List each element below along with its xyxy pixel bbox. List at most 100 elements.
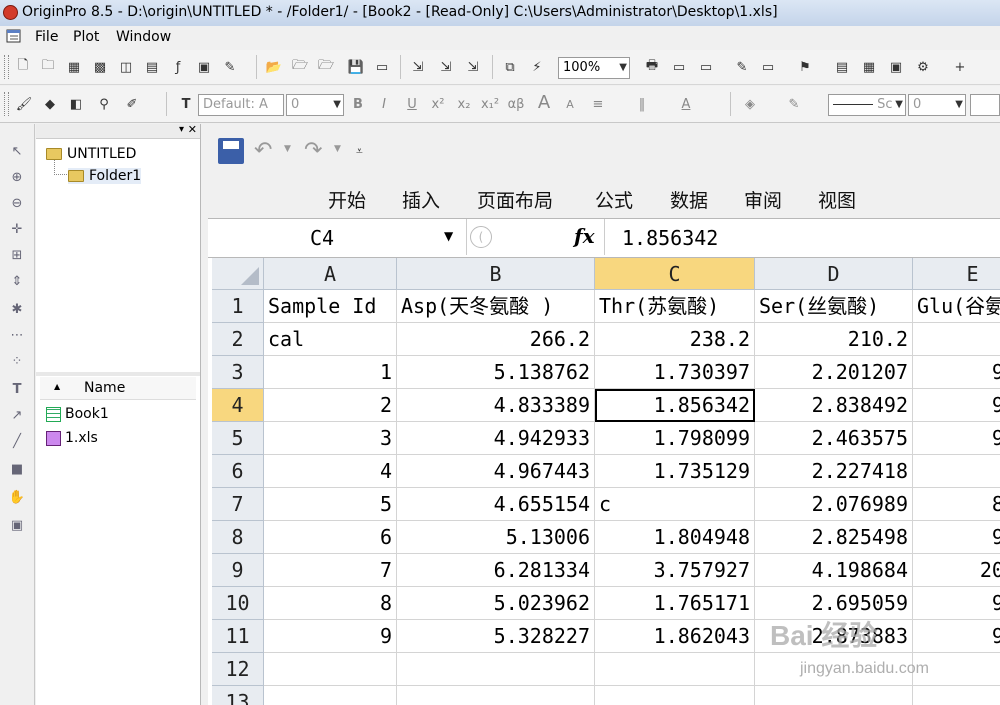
table-cell[interactable]: 4.198684 <box>755 554 913 587</box>
decrease-font-button[interactable]: A <box>560 94 580 114</box>
table-cell[interactable]: 4.655154 <box>397 488 595 521</box>
data-selector-icon[interactable]: ⇕ <box>8 272 26 290</box>
greek-button[interactable]: αβ <box>506 94 526 114</box>
table-cell[interactable]: 238.2 <box>595 323 755 356</box>
table-cell[interactable] <box>264 653 397 686</box>
table-cell[interactable]: 4.942933 <box>397 422 595 455</box>
new-worksheet-icon[interactable]: ▦ <box>64 57 84 77</box>
color-combo[interactable] <box>970 94 1000 116</box>
list-item[interactable]: 1.xls <box>46 430 98 446</box>
table-cell[interactable] <box>595 653 755 686</box>
table-cell[interactable] <box>913 686 1000 705</box>
table-cell[interactable]: 5.328227 <box>397 620 595 653</box>
print-icon[interactable]: 🖶 <box>642 57 662 77</box>
save-icon[interactable]: 💾 <box>346 57 366 77</box>
font-size-combo[interactable]: 0 ▼ <box>286 94 344 116</box>
toolbar-grip[interactable] <box>4 92 9 116</box>
table-cell[interactable]: 5.023962 <box>397 587 595 620</box>
export-page-icon[interactable]: ▭ <box>696 57 716 77</box>
table-cell[interactable]: 9.4 <box>913 422 1000 455</box>
recalculate-icon[interactable]: ⚡ <box>527 57 547 77</box>
table-cell[interactable]: 9. <box>913 455 1000 488</box>
table-cell[interactable] <box>913 323 1000 356</box>
font-color-icon[interactable]: A <box>676 94 696 114</box>
new-notes-icon[interactable]: ✎ <box>220 57 240 77</box>
row-header[interactable]: 6 <box>212 455 264 488</box>
column-header[interactable]: C <box>595 258 755 290</box>
import-multiple-ascii-icon[interactable]: ⇲ <box>436 57 456 77</box>
tab-home[interactable]: 开始 <box>328 186 366 213</box>
underline-button[interactable]: U <box>402 94 422 114</box>
hand-tool-icon[interactable]: ✋ <box>8 488 26 506</box>
table-cell[interactable]: Glu(谷氨 <box>913 290 1000 323</box>
copy-page-icon[interactable]: ▭ <box>669 57 689 77</box>
table-cell[interactable]: 266.2 <box>397 323 595 356</box>
list-item[interactable]: Book1 <box>46 406 109 422</box>
tab-view[interactable]: 视图 <box>818 186 856 213</box>
menu-plot[interactable]: Plot <box>73 29 99 45</box>
table-cell[interactable]: 1.735129 <box>595 455 755 488</box>
table-cell[interactable]: 1 <box>264 356 397 389</box>
italic-button[interactable]: I <box>374 94 394 114</box>
duplicate-icon[interactable]: ⧉ <box>500 57 520 77</box>
tab-formulas[interactable]: 公式 <box>595 186 633 213</box>
toolbar-grip[interactable] <box>4 55 9 79</box>
mask-points-icon[interactable]: ⋯ <box>8 326 26 344</box>
import-wizard-icon[interactable]: ⇲ <box>463 57 483 77</box>
open-icon[interactable]: 📂 <box>264 57 284 77</box>
table-cell[interactable]: 2.825498 <box>755 521 913 554</box>
table-cell[interactable]: 1.804948 <box>595 521 755 554</box>
script-window-icon[interactable]: ✎ <box>732 57 752 77</box>
table-cell[interactable]: 2 <box>264 389 397 422</box>
chevron-down-icon[interactable]: ▼ <box>284 144 291 154</box>
pin-icon[interactable]: ⚲ <box>94 94 114 114</box>
tab-insert[interactable]: 插入 <box>402 186 440 213</box>
formula-cancel-icon[interactable]: ( <box>470 226 492 248</box>
subscript-button[interactable]: x₂ <box>454 94 474 114</box>
column-header[interactable]: A <box>264 258 397 290</box>
column-header[interactable]: B <box>397 258 595 290</box>
text-tool-icon[interactable]: T <box>8 380 26 398</box>
worksheet-doc-icon[interactable] <box>6 29 22 43</box>
table-cell[interactable]: 9.8 <box>913 620 1000 653</box>
save-template-icon[interactable]: ▭ <box>372 57 392 77</box>
table-cell[interactable]: 1.862043 <box>595 620 755 653</box>
import-single-ascii-icon[interactable]: ⇲ <box>408 57 428 77</box>
table-cell[interactable]: 1.730397 <box>595 356 755 389</box>
table-cell[interactable]: 1.856342 <box>595 389 755 422</box>
draw-data-icon[interactable]: ✱ <box>8 300 26 318</box>
layer-icon[interactable]: ◆ <box>40 94 60 114</box>
region-tool-icon[interactable]: ▣ <box>8 516 26 534</box>
table-cell[interactable]: 2.227418 <box>755 455 913 488</box>
supsub-button[interactable]: x₁² <box>480 94 500 114</box>
row-header[interactable]: 5 <box>212 422 264 455</box>
open-excel-icon[interactable]: 🗁 <box>316 57 336 77</box>
custom-routine-icon[interactable]: ▣ <box>886 57 906 77</box>
line-style-combo[interactable]: Sc ▼ <box>828 94 906 116</box>
table-cell[interactable] <box>755 686 913 705</box>
font-type-icon[interactable]: T <box>176 94 196 114</box>
line-color-icon[interactable]: ✎ <box>784 94 804 114</box>
new-folder-icon[interactable]: 🗀 <box>38 57 58 77</box>
row-header[interactable]: 13 <box>212 686 264 705</box>
column-header[interactable]: D <box>755 258 913 290</box>
table-cell[interactable]: 9 <box>264 620 397 653</box>
row-header[interactable]: 9 <box>212 554 264 587</box>
table-cell[interactable]: Thr(苏氨酸) <box>595 290 755 323</box>
rectangle-tool-icon[interactable]: ■ <box>8 460 26 478</box>
row-header[interactable]: 7 <box>212 488 264 521</box>
table-cell[interactable]: 5.13006 <box>397 521 595 554</box>
table-cell[interactable] <box>264 686 397 705</box>
table-cell[interactable]: 2.463575 <box>755 422 913 455</box>
table-cell[interactable]: 5 <box>264 488 397 521</box>
table-cell[interactable]: 4 <box>264 455 397 488</box>
region-mask-icon[interactable]: ⁘ <box>8 352 26 370</box>
close-icon[interactable]: ✕ <box>188 123 197 136</box>
table-cell[interactable]: 210.2 <box>755 323 913 356</box>
table-cell[interactable]: 8 <box>264 587 397 620</box>
name-column-header[interactable]: ▲ Name <box>40 377 196 400</box>
chevron-down-icon[interactable]: ▼ <box>334 144 341 154</box>
screen-reader-icon[interactable]: ✛ <box>8 220 26 238</box>
row-header[interactable]: 2 <box>212 323 264 356</box>
insert-function-button[interactable]: fx <box>574 224 595 248</box>
